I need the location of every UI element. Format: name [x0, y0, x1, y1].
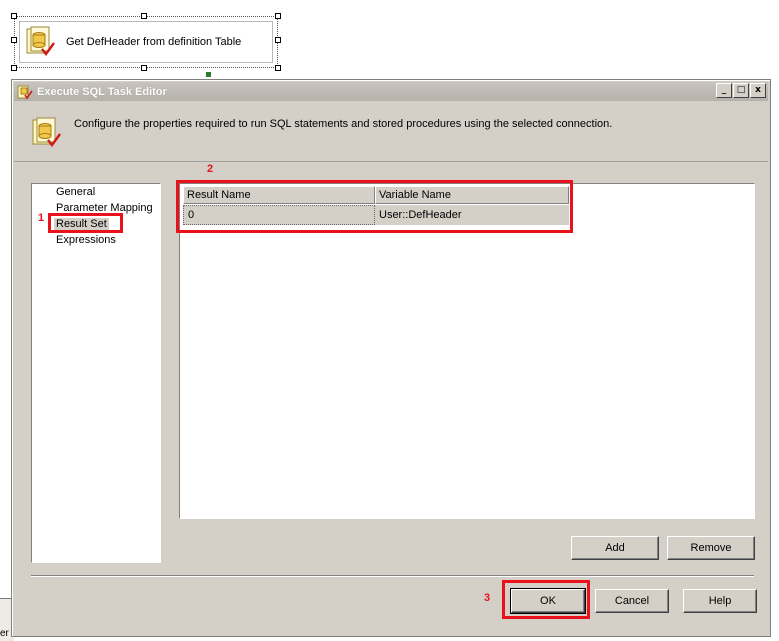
dialog-description: Configure the properties required to run…: [74, 118, 613, 130]
minimize-button[interactable]: _: [716, 83, 732, 98]
annotation-box-result-set: [48, 213, 123, 233]
annotation-box-ok: [502, 580, 590, 619]
dialog-title: Execute SQL Task Editor: [37, 85, 167, 98]
nav-item-general[interactable]: General: [54, 186, 97, 198]
designer-task-node[interactable]: Get DefHeader from definition Table: [11, 13, 281, 71]
add-button[interactable]: Add: [571, 536, 659, 560]
dialog-header-panel: Configure the properties required to run…: [14, 102, 768, 162]
annotation-box-grid: [176, 180, 573, 233]
resize-handle[interactable]: [275, 65, 281, 71]
sql-task-icon: [17, 85, 33, 99]
sql-task-icon: [26, 26, 55, 56]
designer-status-fragment: er: [0, 628, 9, 639]
execute-sql-task-editor-dialog: Execute SQL Task Editor _ □ x Configure …: [11, 79, 771, 637]
help-button[interactable]: Help: [683, 589, 757, 613]
close-button[interactable]: x: [750, 83, 766, 98]
resize-handle[interactable]: [141, 13, 147, 19]
annotation-label-3: 3: [484, 592, 491, 604]
task-node-body[interactable]: Get DefHeader from definition Table: [19, 21, 273, 63]
window-controls: _ □ x: [716, 83, 766, 98]
dialog-separator: [31, 575, 754, 577]
editor-page-list: General Parameter Mapping Result Set Exp…: [31, 183, 161, 563]
task-node-label: Get DefHeader from definition Table: [66, 36, 242, 48]
sql-task-icon: [32, 117, 61, 147]
annotation-label-1: 1: [38, 212, 45, 224]
resize-handle[interactable]: [275, 37, 281, 43]
resize-handle[interactable]: [11, 65, 17, 71]
cancel-button[interactable]: Cancel: [595, 589, 669, 613]
resize-handle[interactable]: [11, 13, 17, 19]
resize-handle[interactable]: [11, 37, 17, 43]
resize-handle[interactable]: [141, 65, 147, 71]
result-set-grid[interactable]: Result Name Variable Name 0 User::DefHea…: [179, 183, 755, 519]
precedence-connector-anchor[interactable]: [206, 72, 211, 77]
maximize-button[interactable]: □: [733, 83, 749, 98]
annotation-label-2: 2: [207, 163, 214, 175]
dialog-titlebar[interactable]: Execute SQL Task Editor _ □ x: [14, 82, 768, 101]
remove-button[interactable]: Remove: [667, 536, 755, 560]
resize-handle[interactable]: [275, 13, 281, 19]
nav-item-expressions[interactable]: Expressions: [54, 234, 118, 246]
